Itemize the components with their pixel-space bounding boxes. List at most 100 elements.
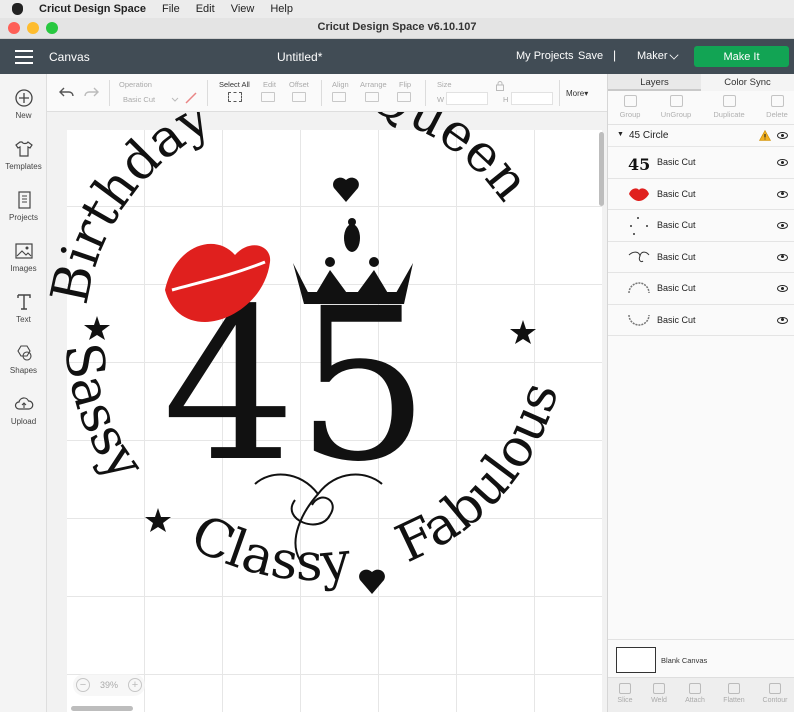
delete-button[interactable]: Delete bbox=[757, 95, 794, 119]
zoom-out-button[interactable]: − bbox=[76, 678, 90, 692]
eye-icon[interactable] bbox=[777, 254, 788, 261]
group-button[interactable]: Group bbox=[610, 95, 650, 119]
star-icon bbox=[84, 316, 110, 340]
layer-thumb-arc-top bbox=[628, 281, 650, 295]
layer-row[interactable]: Basic Cut bbox=[608, 210, 794, 242]
layer-row[interactable]: Basic Cut bbox=[608, 305, 794, 337]
contour-button[interactable]: Contour bbox=[758, 683, 792, 704]
templates-tool-label: Templates bbox=[5, 162, 41, 171]
edit-icon[interactable] bbox=[261, 92, 275, 102]
images-tool[interactable]: Images bbox=[0, 241, 47, 273]
lock-icon[interactable] bbox=[496, 81, 504, 91]
offset-icon[interactable] bbox=[292, 92, 306, 102]
vertical-scrollbar[interactable] bbox=[599, 132, 604, 206]
mac-app-name[interactable]: Cricut Design Space bbox=[39, 3, 146, 15]
text-icon bbox=[14, 292, 34, 312]
machine-select[interactable]: Maker bbox=[637, 50, 668, 62]
width-input[interactable] bbox=[446, 92, 488, 105]
eye-icon[interactable] bbox=[777, 159, 788, 166]
tab-color-sync[interactable]: Color Sync bbox=[701, 74, 794, 91]
weld-label: Weld bbox=[651, 697, 667, 704]
duplicate-label: Duplicate bbox=[713, 110, 744, 119]
layer-tools: Group UnGroup Duplicate Delete bbox=[608, 91, 794, 125]
redo-icon[interactable] bbox=[83, 86, 99, 98]
caret-down-icon[interactable]: ▼ bbox=[617, 131, 624, 138]
group-label: Group bbox=[620, 110, 641, 119]
eye-icon[interactable] bbox=[777, 222, 788, 229]
layer-row[interactable]: Basic Cut bbox=[608, 242, 794, 274]
height-input[interactable] bbox=[511, 92, 553, 105]
eye-icon[interactable] bbox=[777, 132, 788, 139]
layer-row[interactable]: 45 Basic Cut bbox=[608, 147, 794, 179]
make-it-button[interactable]: Make It bbox=[694, 46, 789, 67]
chevron-down-icon[interactable] bbox=[669, 50, 678, 59]
warning-icon[interactable] bbox=[759, 130, 771, 141]
flip-label: Flip bbox=[399, 80, 411, 89]
my-projects-link[interactable]: My Projects bbox=[516, 50, 573, 62]
weld-button[interactable]: Weld bbox=[642, 683, 676, 704]
more-button[interactable]: More▾ bbox=[566, 89, 588, 98]
height-label: H bbox=[503, 95, 508, 104]
ungroup-button[interactable]: UnGroup bbox=[656, 95, 696, 119]
left-toolbar: New Templates Projects Images Text Shape… bbox=[0, 74, 47, 712]
hamburger-menu-icon[interactable] bbox=[15, 50, 33, 63]
group-name: 45 Circle bbox=[629, 130, 668, 141]
app-header: Canvas Untitled* My Projects Save | Make… bbox=[0, 39, 794, 74]
flip-icon[interactable] bbox=[397, 92, 411, 102]
upload-tool[interactable]: Upload bbox=[0, 394, 47, 426]
size-label: Size bbox=[437, 80, 452, 89]
apple-icon[interactable] bbox=[12, 3, 23, 15]
zoom-control: − 39% + bbox=[73, 674, 145, 696]
blank-canvas-swatch[interactable] bbox=[616, 647, 656, 673]
eye-icon[interactable] bbox=[777, 317, 788, 324]
projects-tool[interactable]: Projects bbox=[0, 190, 47, 222]
menu-file[interactable]: File bbox=[162, 3, 180, 15]
contour-icon bbox=[769, 683, 781, 694]
menu-help[interactable]: Help bbox=[270, 3, 293, 15]
undo-icon[interactable] bbox=[59, 86, 75, 98]
weld-icon bbox=[653, 683, 665, 694]
blank-canvas-row[interactable]: Blank Canvas bbox=[608, 639, 794, 677]
new-tool[interactable]: New bbox=[0, 88, 47, 120]
plus-circle-icon bbox=[14, 88, 34, 108]
operation-select[interactable]: Basic Cut bbox=[123, 95, 155, 104]
layer-group-row[interactable]: ▼ 45 Circle bbox=[608, 125, 794, 147]
horizontal-scrollbar[interactable] bbox=[71, 706, 133, 711]
pen-color-icon[interactable] bbox=[184, 91, 198, 105]
shapes-tool[interactable]: Shapes bbox=[0, 343, 47, 375]
align-icon[interactable] bbox=[332, 92, 346, 102]
slice-button[interactable]: Slice bbox=[608, 683, 642, 704]
shapes-tool-label: Shapes bbox=[10, 366, 37, 375]
layer-row[interactable]: Basic Cut bbox=[608, 273, 794, 305]
text-tool-label: Text bbox=[16, 315, 31, 324]
section-title: Canvas bbox=[49, 50, 90, 64]
text-tool[interactable]: Text bbox=[0, 292, 47, 324]
window-title: Cricut Design Space v6.10.107 bbox=[0, 21, 794, 33]
templates-tool[interactable]: Templates bbox=[0, 139, 47, 171]
menu-edit[interactable]: Edit bbox=[196, 3, 215, 15]
zoom-in-button[interactable]: + bbox=[128, 678, 142, 692]
duplicate-button[interactable]: Duplicate bbox=[709, 95, 749, 119]
projects-icon bbox=[14, 190, 34, 210]
heart-icon bbox=[333, 178, 359, 202]
flatten-button[interactable]: Flatten bbox=[717, 683, 751, 704]
layer-thumb-45: 45 bbox=[628, 155, 650, 174]
arrange-icon[interactable] bbox=[365, 92, 379, 102]
group-icon bbox=[624, 95, 637, 107]
eye-icon[interactable] bbox=[777, 285, 788, 292]
panel-tabs: Layers Color Sync bbox=[608, 74, 794, 91]
attach-button[interactable]: Attach bbox=[678, 683, 712, 704]
design-artwork[interactable]: Birthday Queen Sassy Classy Fabulous 45 bbox=[47, 112, 607, 712]
select-all-icon[interactable] bbox=[228, 92, 242, 102]
document-title[interactable]: Untitled* bbox=[277, 50, 322, 64]
menu-view[interactable]: View bbox=[231, 3, 255, 15]
design-canvas[interactable]: Birthday Queen Sassy Classy Fabulous 45 bbox=[47, 112, 607, 712]
eye-icon[interactable] bbox=[777, 191, 788, 198]
ungroup-label: UnGroup bbox=[661, 110, 691, 119]
cloud-upload-icon bbox=[14, 394, 34, 414]
layer-label: Basic Cut bbox=[657, 252, 696, 262]
tab-layers[interactable]: Layers bbox=[608, 74, 701, 91]
layer-row[interactable]: Basic Cut bbox=[608, 179, 794, 211]
save-button[interactable]: Save bbox=[578, 50, 603, 62]
contour-label: Contour bbox=[763, 697, 788, 704]
